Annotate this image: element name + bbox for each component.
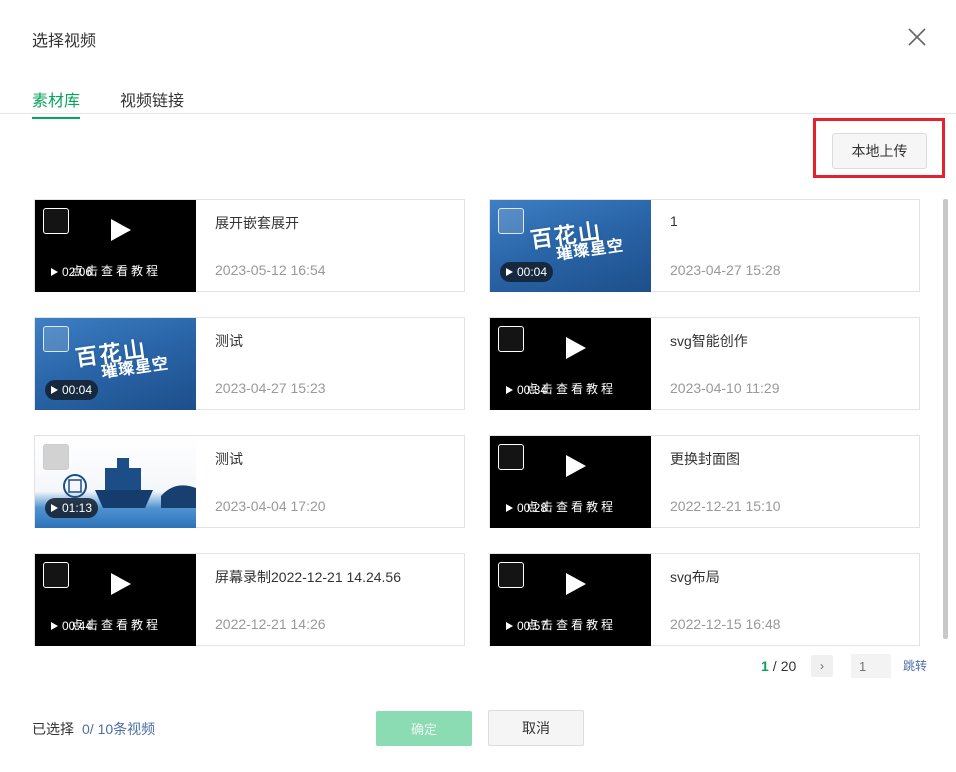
- video-checkbox[interactable]: [498, 562, 524, 588]
- video-checkbox[interactable]: [43, 326, 69, 352]
- video-date: 2023-04-27 15:23: [215, 380, 326, 396]
- video-name: 展开嵌套展开: [215, 215, 299, 231]
- video-card[interactable]: 点击查看教程 02:06 展开嵌套展开 2023-05-12 16:54: [34, 199, 465, 292]
- dialog-title: 选择视频: [32, 33, 97, 50]
- duration-text: 00:44: [62, 619, 93, 633]
- play-icon: [111, 573, 131, 595]
- duration-text: 00:28: [517, 501, 548, 515]
- close-icon[interactable]: [904, 24, 930, 50]
- video-name: svg智能创作: [670, 333, 748, 349]
- video-name: 屏幕录制2022-12-21 14.24.56: [215, 569, 401, 585]
- video-checkbox[interactable]: [43, 208, 69, 234]
- duration-badge: 01:13: [45, 498, 99, 518]
- page-total: 20: [780, 658, 797, 674]
- video-card[interactable]: 百花山 璀璨星空 00:04 测试 2023-04-27 15:23: [34, 317, 465, 410]
- video-name: 测试: [215, 333, 243, 349]
- play-small-icon: [506, 268, 513, 276]
- video-thumbnail: 百花山 璀璨星空 00:04: [490, 200, 651, 292]
- confirm-button[interactable]: 确定: [376, 711, 472, 746]
- video-card[interactable]: 点击查看教程 00:57 svg布局 2022-12-15 16:48: [489, 553, 920, 646]
- local-upload-button[interactable]: 本地上传: [832, 133, 927, 169]
- duration-text: 00:04: [517, 265, 548, 279]
- play-small-icon: [51, 622, 58, 630]
- duration-badge: 00:04: [500, 262, 554, 282]
- cancel-button[interactable]: 取消: [488, 710, 584, 746]
- video-thumbnail: 点击查看教程 00:28: [490, 436, 651, 528]
- video-thumbnail: 点击查看教程 00:34: [490, 318, 651, 410]
- video-thumbnail: 点击查看教程 02:06: [35, 200, 196, 292]
- video-checkbox[interactable]: [43, 562, 69, 588]
- play-icon: [566, 573, 586, 595]
- play-small-icon: [506, 386, 513, 394]
- play-small-icon: [51, 504, 58, 512]
- video-checkbox[interactable]: [498, 444, 524, 470]
- pagination: 1 / 20 › 跳转: [761, 654, 927, 678]
- play-small-icon: [51, 268, 58, 276]
- selected-label: 已选择: [32, 721, 74, 737]
- video-grid: 点击查看教程 02:06 展开嵌套展开 2023-05-12 16:54 百花山 璀璨星空…: [34, 199, 920, 647]
- next-page-button[interactable]: ›: [811, 655, 833, 677]
- video-name: svg布局: [670, 569, 720, 585]
- video-card[interactable]: 点击查看教程 00:28 更换封面图 2022-12-21 15:10: [489, 435, 920, 528]
- selected-count: 0/ 10条视频: [82, 721, 156, 737]
- play-small-icon: [506, 622, 513, 630]
- video-date: 2022-12-21 14:26: [215, 616, 326, 632]
- video-card[interactable]: 点击查看教程 00:44 屏幕录制2022-12-21 14.24.56 2022-1…: [34, 553, 465, 646]
- jump-link[interactable]: 跳转: [903, 657, 927, 674]
- duration-badge: 00:28: [500, 498, 553, 518]
- play-small-icon: [51, 386, 58, 394]
- play-icon: [111, 219, 131, 241]
- video-checkbox[interactable]: [43, 444, 69, 470]
- page-separator: /: [772, 658, 777, 674]
- tab-video-link[interactable]: 视频链接: [120, 87, 184, 111]
- scrollbar[interactable]: [943, 199, 948, 639]
- video-card[interactable]: 01:13 测试 2023-04-04 17:20: [34, 435, 465, 528]
- duration-badge: 00:57: [500, 616, 553, 636]
- video-thumbnail: 01:13: [35, 436, 196, 528]
- tab-bar: 素材库 视频链接: [0, 76, 956, 119]
- play-icon: [566, 337, 586, 359]
- duration-text: 02:06: [62, 265, 93, 279]
- video-thumbnail: 点击查看教程 00:57: [490, 554, 651, 646]
- video-date: 2023-05-12 16:54: [215, 262, 326, 278]
- video-card[interactable]: 点击查看教程 00:34 svg智能创作 2023-04-10 11:29: [489, 317, 920, 410]
- duration-badge: 00:44: [45, 616, 98, 636]
- video-thumbnail: 百花山 璀璨星空 00:04: [35, 318, 196, 410]
- video-date: 2022-12-15 16:48: [670, 616, 781, 632]
- video-name: 1: [670, 213, 678, 229]
- video-thumbnail: 点击查看教程 00:44: [35, 554, 196, 646]
- duration-text: 01:13: [62, 501, 93, 515]
- duration-text: 00:57: [517, 619, 548, 633]
- play-icon: [566, 455, 586, 477]
- duration-text: 00:04: [62, 383, 93, 397]
- duration-text: 00:34: [517, 383, 548, 397]
- video-card[interactable]: 百花山 璀璨星空 00:04 1 2023-04-27 15:28: [489, 199, 920, 292]
- duration-badge: 00:34: [500, 380, 553, 400]
- video-name: 更换封面图: [670, 451, 740, 467]
- play-small-icon: [506, 504, 513, 512]
- page-current: 1: [761, 658, 769, 674]
- video-name: 测试: [215, 451, 243, 467]
- video-checkbox[interactable]: [498, 208, 524, 234]
- video-date: 2022-12-21 15:10: [670, 498, 781, 514]
- video-date: 2023-04-27 15:28: [670, 262, 781, 278]
- duration-badge: 02:06: [45, 262, 98, 282]
- video-date: 2023-04-04 17:20: [215, 498, 326, 514]
- page-number-input[interactable]: [851, 654, 891, 678]
- duration-badge: 00:04: [45, 380, 99, 400]
- chevron-right-icon: ›: [820, 659, 824, 673]
- tab-material-library[interactable]: 素材库: [32, 87, 81, 119]
- video-checkbox[interactable]: [498, 326, 524, 352]
- video-date: 2023-04-10 11:29: [670, 380, 780, 396]
